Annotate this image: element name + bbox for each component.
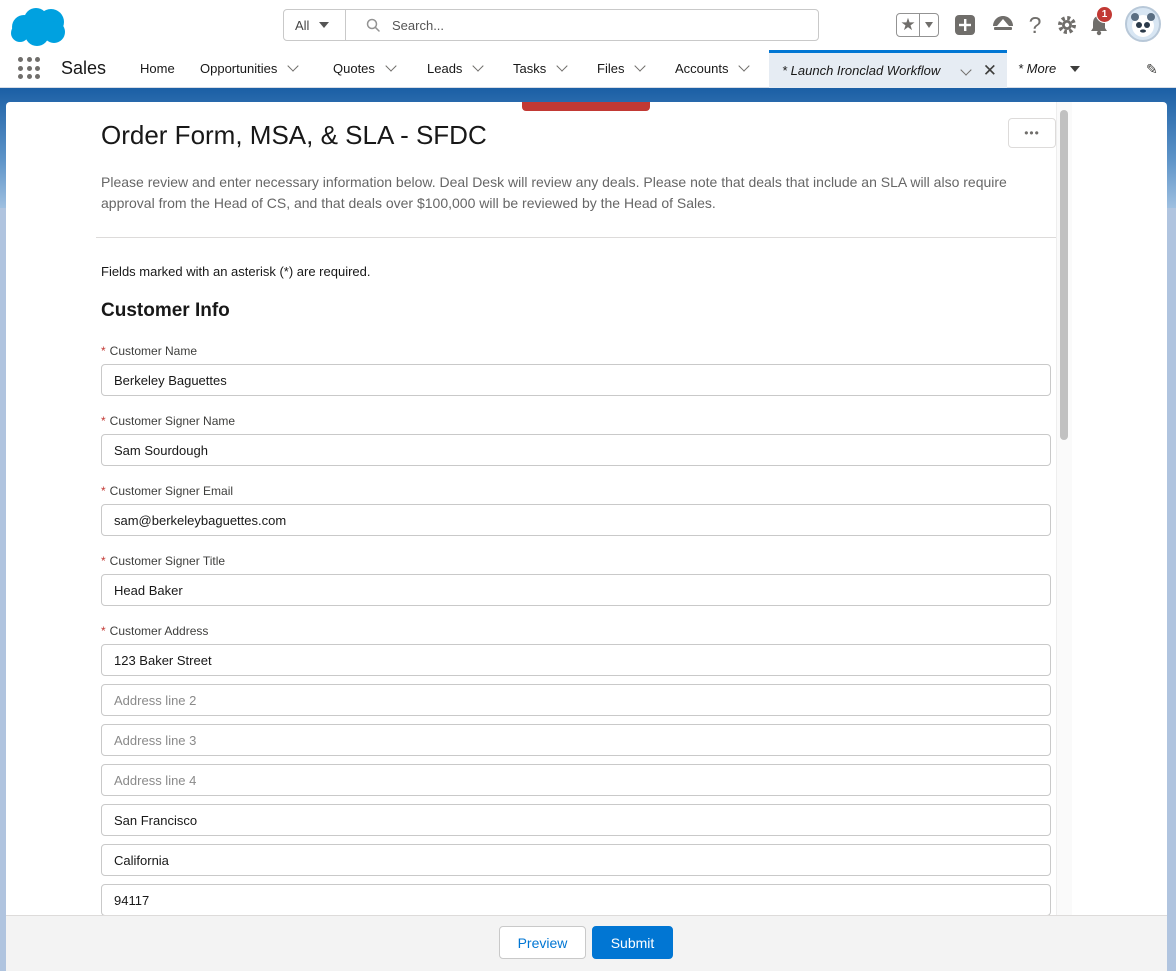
app-name: Sales <box>61 58 107 78</box>
star-icon[interactable]: ★ <box>897 14 920 36</box>
address-line4-field[interactable] <box>101 764 1051 796</box>
address-line3-field[interactable] <box>101 724 1051 756</box>
tab-launch-ironclad-workflow[interactable]: * Launch Ironclad Workflow ✕ <box>769 50 1007 88</box>
help-icon[interactable]: ? <box>1026 12 1044 38</box>
scrollbar-thumb[interactable] <box>1060 110 1068 440</box>
address-state-field[interactable] <box>101 844 1051 876</box>
caret-down-icon <box>1070 65 1081 72</box>
preview-button[interactable]: Preview <box>499 926 586 959</box>
nav-item-accounts[interactable]: Accounts <box>675 50 751 87</box>
required-asterisk: * <box>101 344 106 358</box>
close-icon[interactable]: ✕ <box>983 61 997 81</box>
address-zip-field[interactable] <box>101 884 1051 916</box>
caret-down-icon <box>319 22 330 28</box>
chevron-down-icon[interactable] <box>385 60 397 72</box>
section-title-customer-info: Customer Info <box>101 300 230 321</box>
favorites-dropdown[interactable] <box>920 14 938 36</box>
status-indicator-bar <box>522 102 650 111</box>
signer-title-label: * Customer Signer Title <box>101 554 225 568</box>
chevron-down-icon[interactable] <box>634 60 647 72</box>
signer-title-field[interactable] <box>101 574 1051 606</box>
address-line2-field[interactable] <box>101 684 1051 716</box>
global-search: All <box>283 9 819 41</box>
trailhead-button[interactable] <box>991 14 1015 36</box>
customer-address-label-text: Customer Address <box>109 624 209 638</box>
edit-nav-pencil-icon[interactable]: ✎ <box>1146 61 1158 78</box>
gear-icon <box>1058 16 1076 34</box>
chevron-down-icon[interactable] <box>472 60 485 72</box>
salesforce-logo[interactable] <box>8 5 68 47</box>
signer-email-label: * Customer Signer Email <box>101 484 233 498</box>
signer-title-label-text: Customer Signer Title <box>109 554 226 568</box>
signer-name-label: * Customer Signer Name <box>101 414 235 428</box>
chevron-down-icon[interactable] <box>287 60 299 72</box>
signer-email-label-text: Customer Signer Email <box>109 484 234 498</box>
nav-more-menu[interactable]: * More <box>1018 50 1081 87</box>
nav-item-label: Accounts <box>675 61 729 76</box>
chevron-down-icon[interactable] <box>960 64 972 76</box>
customer-name-label: * Customer Name <box>101 344 197 358</box>
workflow-form-card: ••• Order Form, MSA, & SLA - SFDC Please… <box>6 102 1167 971</box>
nav-item-home[interactable]: Home <box>140 50 175 87</box>
form-title: Order Form, MSA, & SLA - SFDC <box>101 120 487 150</box>
search-scope-label: All <box>295 17 310 33</box>
search-icon <box>366 18 380 32</box>
setup-button[interactable] <box>1056 14 1078 36</box>
required-asterisk: * <box>101 624 106 638</box>
global-actions-button[interactable] <box>954 14 976 36</box>
notification-badge: 1 <box>1096 6 1113 23</box>
customer-name-label-text: Customer Name <box>109 344 198 358</box>
nav-item-quotes[interactable]: Quotes <box>333 50 397 87</box>
astro-avatar-icon <box>1131 13 1155 37</box>
app-nav-bar: Sales Home Opportunities Quotes Leads Ta… <box>0 50 1176 88</box>
signer-name-label-text: Customer Signer Name <box>109 414 236 428</box>
nav-item-label: Leads <box>427 61 463 76</box>
form-footer: Preview Submit <box>6 915 1167 971</box>
customer-address-label: * Customer Address <box>101 624 208 638</box>
chevron-down-icon[interactable] <box>556 60 568 72</box>
tab-label: * Launch Ironclad Workflow <box>782 63 941 78</box>
nav-item-label: Tasks <box>513 61 547 76</box>
form-description: Please review and enter necessary inform… <box>101 174 1007 211</box>
address-city-field[interactable] <box>101 804 1051 836</box>
more-label: * More <box>1018 61 1057 76</box>
favorites-button[interactable]: ★ <box>896 13 939 37</box>
search-input[interactable] <box>392 17 772 33</box>
nav-item-leads[interactable]: Leads <box>427 50 485 87</box>
trailhead-icon <box>993 16 1013 30</box>
address-line1-field[interactable] <box>101 644 1051 676</box>
required-fields-note: Fields marked with an asterisk (*) are r… <box>101 264 371 279</box>
nav-item-opportunities[interactable]: Opportunities <box>200 50 299 87</box>
more-actions-button[interactable]: ••• <box>1008 118 1056 148</box>
required-asterisk: * <box>101 414 106 428</box>
nav-item-label: Home <box>140 61 175 76</box>
signer-email-field[interactable] <box>101 504 1051 536</box>
nav-item-files[interactable]: Files <box>597 50 647 87</box>
signer-name-field[interactable] <box>101 434 1051 466</box>
nav-item-label: Files <box>597 61 625 76</box>
search-scope-select[interactable]: All <box>284 10 346 40</box>
app-launcher-icon[interactable] <box>18 57 40 79</box>
nav-item-label: Opportunities <box>200 61 278 76</box>
required-asterisk: * <box>101 484 106 498</box>
plus-icon <box>955 15 975 35</box>
caret-down-icon <box>925 22 933 28</box>
chevron-down-icon[interactable] <box>738 60 751 72</box>
user-avatar[interactable] <box>1125 6 1161 42</box>
divider <box>96 237 1056 238</box>
submit-button[interactable]: Submit <box>592 926 673 959</box>
nav-item-label: Quotes <box>333 61 375 76</box>
search-field <box>346 10 818 40</box>
nav-item-tasks[interactable]: Tasks <box>513 50 568 87</box>
required-asterisk: * <box>101 554 106 568</box>
global-header: All ★ ? <box>0 0 1176 50</box>
customer-name-field[interactable] <box>101 364 1051 396</box>
